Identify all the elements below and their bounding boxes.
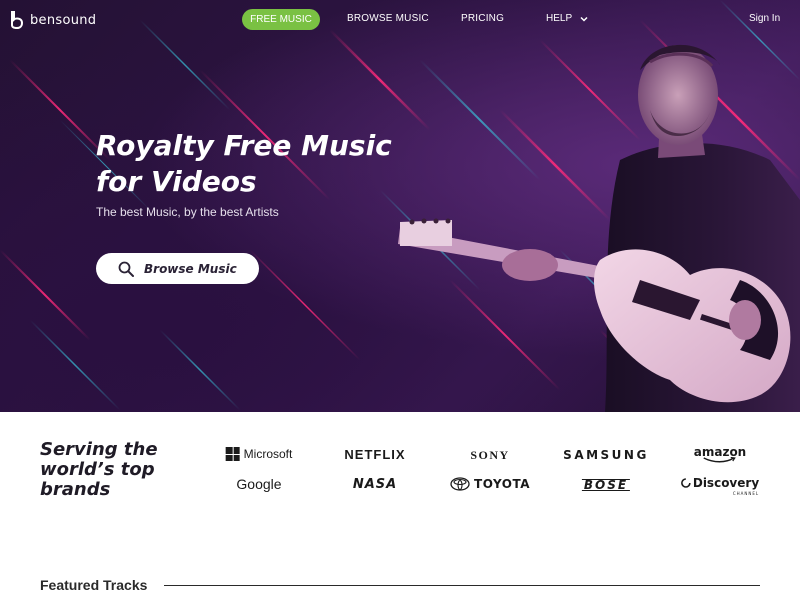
- nav-free-music[interactable]: FREE MUSIC: [242, 9, 320, 30]
- browse-music-button[interactable]: Browse Music: [96, 253, 259, 284]
- nav-pricing[interactable]: PRICING: [461, 13, 504, 24]
- brand-logo-microsoft: Microsoft: [225, 447, 293, 461]
- hero-title-line2: for Videos: [96, 165, 257, 198]
- brands-title-line1: Serving the: [40, 439, 158, 460]
- brand-logo-netflix: NETFLIX: [344, 447, 406, 462]
- logo-text: bensound: [30, 12, 97, 28]
- brand-toyota-label: TOYOTA: [474, 477, 530, 491]
- brand-microsoft-label: Microsoft: [243, 447, 293, 461]
- featured-tracks-heading: Featured Tracks: [40, 577, 148, 593]
- brands-title-line3: brands: [40, 479, 111, 500]
- featured-divider: [164, 585, 760, 586]
- toyota-emblem-icon: [450, 477, 470, 491]
- hero-title-line1: Royalty Free Music: [96, 129, 392, 162]
- bensound-logo-icon: [11, 11, 24, 29]
- brand-logo-discovery: Discovery CHANNEL: [681, 476, 760, 496]
- search-icon: [118, 261, 134, 277]
- nav-browse-music[interactable]: BROWSE MUSIC: [347, 13, 429, 24]
- nav-help[interactable]: HELP: [546, 13, 588, 24]
- microsoft-windows-icon: [225, 447, 240, 461]
- brand-logo-google: Google: [236, 476, 282, 492]
- chevron-down-icon: [580, 16, 588, 22]
- top-nav: bensound FREE MUSIC BROWSE MUSIC PRICING…: [0, 0, 800, 38]
- brand-amazon-label: amazon: [693, 445, 747, 459]
- discovery-globe-icon: [681, 478, 691, 488]
- brands-title-line2: world’s top: [40, 459, 155, 480]
- hero-subtitle: The best Music, by the best Artists: [96, 205, 279, 219]
- brand-discovery-sub: CHANNEL: [732, 491, 760, 496]
- hero-title: Royalty Free Music for Videos: [96, 128, 396, 200]
- brand-logo-sony: SONY: [470, 448, 510, 462]
- sign-in-link[interactable]: Sign In: [749, 13, 780, 24]
- brand-logo-amazon: amazon: [694, 445, 746, 463]
- brand-discovery-label: Discovery: [692, 476, 760, 490]
- brand-logo-toyota: TOYOTA: [450, 477, 530, 491]
- brands-title: Serving the world’s top brands: [40, 440, 200, 500]
- hero-banner: bensound FREE MUSIC BROWSE MUSIC PRICING…: [0, 0, 800, 412]
- nav-help-label: HELP: [546, 13, 573, 24]
- brand-logo-samsung: SAMSUNG: [563, 448, 649, 462]
- browse-music-label: Browse Music: [144, 261, 237, 276]
- brand-logo-nasa: NASA: [352, 477, 398, 492]
- bensound-logo[interactable]: bensound: [10, 9, 96, 31]
- brand-logo-bose: BOSE: [581, 478, 631, 492]
